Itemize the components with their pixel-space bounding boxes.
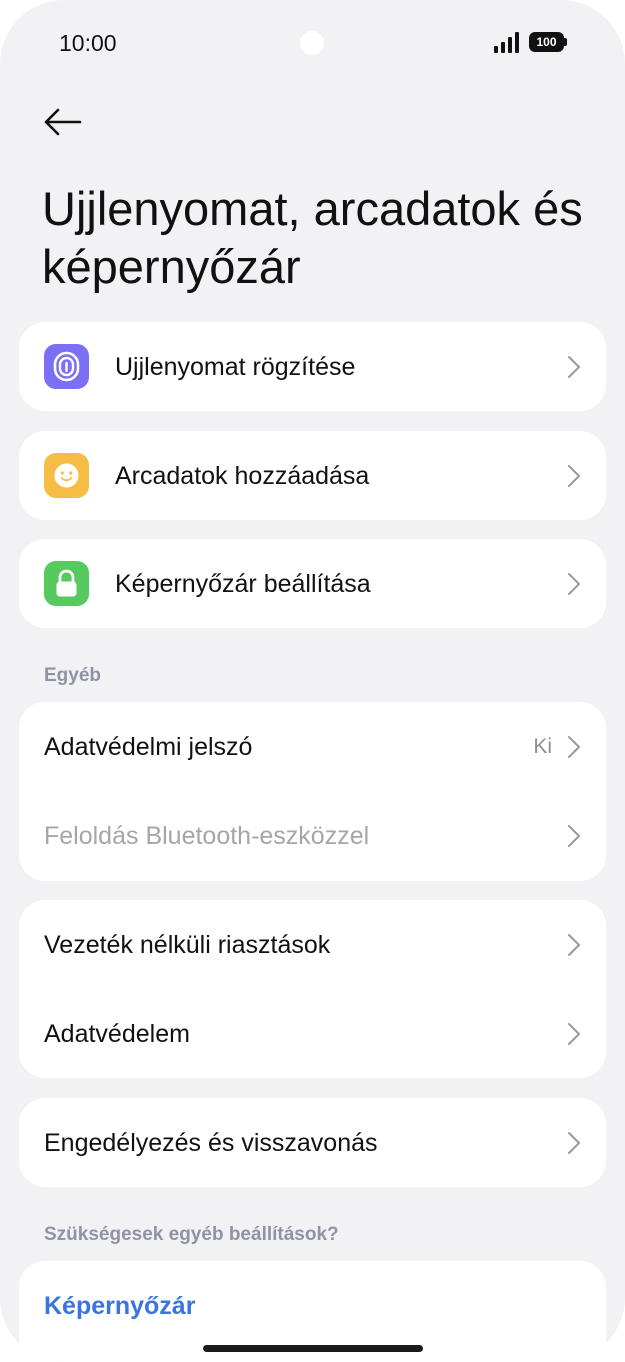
authorization-label: Engedélyezés és visszavonás <box>44 1129 378 1157</box>
chevron-right-icon <box>568 934 580 956</box>
fingerprint-label: Ujjlenyomat rögzítése <box>115 353 356 381</box>
back-button[interactable] <box>36 98 92 146</box>
back-arrow-icon <box>44 108 82 136</box>
lock-icon <box>44 561 89 606</box>
camera-cutout <box>300 31 324 55</box>
section-header-more: Szükségesek egyéb beállítások? <box>44 1224 339 1245</box>
bluetooth-unlock-label: Feloldás Bluetooth-eszközzel <box>44 822 370 850</box>
screen-lock-row[interactable]: Képernyőzár beállítása <box>19 539 606 628</box>
authorization-row[interactable]: Engedélyezés és visszavonás <box>19 1098 606 1187</box>
face-icon <box>44 453 89 498</box>
bluetooth-unlock-row[interactable]: Feloldás Bluetooth-eszközzel <box>19 791 606 880</box>
wireless-alerts-row[interactable]: Vezeték nélküli riasztások <box>19 900 606 989</box>
screen-lock-label: Képernyőzár beállítása <box>115 570 371 598</box>
face-label: Arcadatok hozzáadása <box>115 462 370 490</box>
fingerprint-icon <box>44 344 89 389</box>
battery-icon: 100 <box>529 32 567 52</box>
privacy-password-value: Ki <box>533 735 552 758</box>
page-title: Ujjlenyomat, arcadatok és képernyőzár <box>42 182 583 293</box>
chevron-right-icon <box>568 825 580 847</box>
privacy-label: Adatvédelem <box>44 1020 190 1048</box>
section-header-other: Egyéb <box>44 665 102 686</box>
authorization-card: Engedélyezés és visszavonás <box>19 1098 606 1187</box>
chevron-right-icon <box>568 573 580 595</box>
chevron-right-icon <box>568 465 580 487</box>
screen-lock-card: Képernyőzár beállítása <box>19 539 606 628</box>
fingerprint-card: Ujjlenyomat rögzítése <box>19 322 606 411</box>
privacy-password-label: Adatvédelmi jelszó <box>44 733 253 761</box>
status-time: 10:00 <box>59 30 117 56</box>
battery-level: 100 <box>529 32 564 52</box>
home-indicator[interactable] <box>203 1345 423 1352</box>
chevron-right-icon <box>568 736 580 758</box>
face-card: Arcadatok hozzáadása <box>19 431 606 520</box>
privacy-password-row[interactable]: Adatvédelmi jelszó Ki <box>19 702 606 791</box>
chevron-right-icon <box>568 1023 580 1045</box>
phone-screen: 10:00 100 Ujjlenyomat, arcadatok és képe… <box>0 0 625 1362</box>
privacy-row[interactable]: Adatvédelem <box>19 989 606 1078</box>
face-row[interactable]: Arcadatok hozzáadása <box>19 431 606 520</box>
wireless-alerts-label: Vezeték nélküli riasztások <box>44 931 331 959</box>
signal-icon <box>494 31 522 53</box>
privacy-card: Adatvédelmi jelszó Ki Feloldás Bluetooth… <box>19 702 606 881</box>
chevron-right-icon <box>568 356 580 378</box>
alerts-card: Vezeték nélküli riasztások Adatvédelem <box>19 900 606 1078</box>
screen-lock-link[interactable]: Képernyőzár <box>44 1292 195 1321</box>
fingerprint-row[interactable]: Ujjlenyomat rögzítése <box>19 322 606 411</box>
chevron-right-icon <box>568 1132 580 1154</box>
